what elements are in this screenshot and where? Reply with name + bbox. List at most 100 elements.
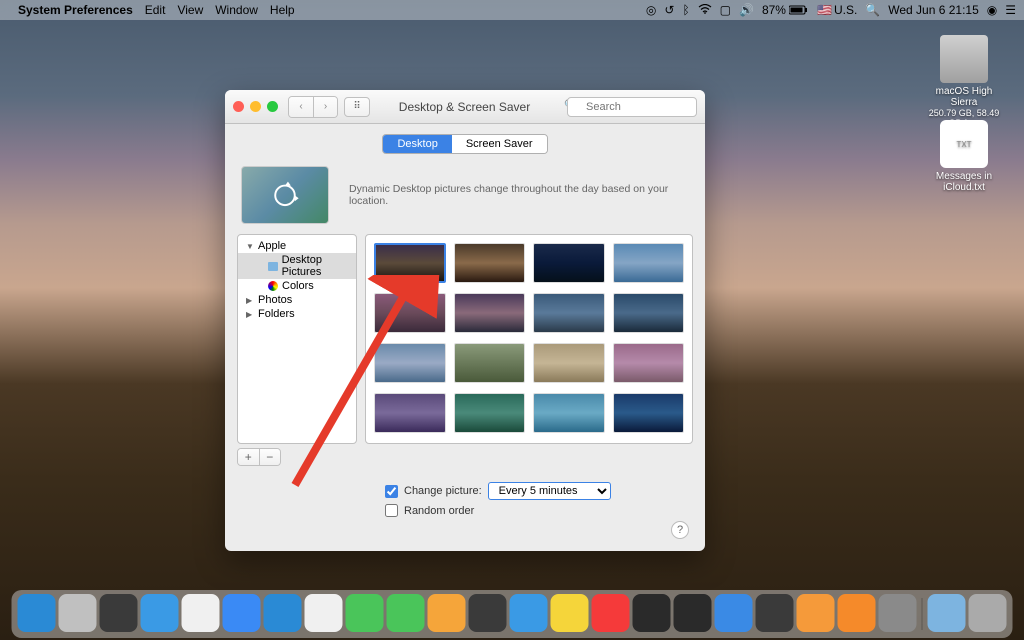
dock-trash[interactable]	[969, 594, 1007, 632]
dock-launchpad[interactable]	[59, 594, 97, 632]
minimize-button[interactable]	[250, 101, 261, 112]
preferences-window: ‹ › ⠿ Desktop & Screen Saver 🔍 Desktop S…	[225, 90, 705, 551]
dock-home[interactable]	[797, 594, 835, 632]
dock-vlc[interactable]	[838, 594, 876, 632]
bluetooth-icon[interactable]: ᛒ	[682, 3, 689, 17]
dock-mail[interactable]	[715, 594, 753, 632]
search-input[interactable]	[567, 97, 697, 117]
random-order-label: Random order	[404, 505, 474, 517]
dock-news[interactable]	[592, 594, 630, 632]
wallpaper-thumb[interactable]	[454, 293, 526, 333]
random-order-checkbox[interactable]	[385, 504, 398, 517]
show-all-button[interactable]: ⠿	[344, 97, 370, 117]
menubar: System Preferences Edit View Window Help…	[0, 0, 1024, 20]
menu-view[interactable]: View	[177, 3, 203, 17]
airplay-icon[interactable]: ▢	[720, 3, 731, 17]
sidebar-photos[interactable]: ▶Photos	[238, 293, 356, 307]
forward-button[interactable]: ›	[313, 97, 337, 117]
colors-icon	[268, 281, 278, 291]
dock-safari[interactable]	[141, 594, 179, 632]
wallpaper-thumb[interactable]	[613, 343, 685, 383]
dock-messages[interactable]	[346, 594, 384, 632]
zoom-button[interactable]	[267, 101, 278, 112]
wallpaper-thumb[interactable]	[533, 243, 605, 283]
wallpaper-thumb[interactable]	[533, 343, 605, 383]
battery-percent: 87%	[762, 3, 786, 17]
dock-appstore[interactable]	[223, 594, 261, 632]
notification-center-icon[interactable]: ☰	[1005, 3, 1016, 17]
status-icon[interactable]: ◎	[646, 3, 656, 17]
wallpaper-thumb[interactable]	[374, 243, 446, 283]
wallpaper-thumb[interactable]	[613, 243, 685, 283]
dock-kindle[interactable]	[264, 594, 302, 632]
menu-edit[interactable]: Edit	[145, 3, 166, 17]
menu-help[interactable]: Help	[270, 3, 295, 17]
wallpaper-thumb[interactable]	[613, 393, 685, 433]
dock-finder[interactable]	[18, 594, 56, 632]
add-folder-button[interactable]: +	[238, 449, 259, 465]
txt-icon: TXT	[940, 120, 988, 168]
txt-name: Messages in iCloud.txt	[924, 171, 1004, 193]
back-button[interactable]: ‹	[289, 97, 313, 117]
dock-notes[interactable]	[551, 594, 589, 632]
sidebar-apple[interactable]: ▼Apple	[238, 239, 356, 253]
dock	[12, 590, 1013, 638]
wallpaper-thumb[interactable]	[454, 393, 526, 433]
close-button[interactable]	[233, 101, 244, 112]
wallpaper-thumb[interactable]	[454, 243, 526, 283]
wallpaper-thumb[interactable]	[533, 393, 605, 433]
dock-terminal[interactable]	[469, 594, 507, 632]
remove-folder-button[interactable]: −	[259, 449, 281, 465]
dock-folder[interactable]	[928, 594, 966, 632]
sidebar-folders[interactable]: ▶Folders	[238, 307, 356, 321]
dock-photos[interactable]	[305, 594, 343, 632]
tab-screensaver[interactable]: Screen Saver	[452, 135, 547, 153]
dock-telegram[interactable]	[510, 594, 548, 632]
battery-status[interactable]: 87%	[762, 3, 809, 17]
sidebar-desktop-pictures[interactable]: Desktop Pictures	[238, 253, 356, 279]
folder-icon	[268, 262, 278, 271]
help-button[interactable]: ?	[671, 521, 689, 539]
dock-1password[interactable]	[756, 594, 794, 632]
drive-icon	[940, 35, 988, 83]
wallpaper-thumb[interactable]	[613, 293, 685, 333]
change-picture-label: Change picture:	[404, 485, 482, 497]
wallpaper-thumb[interactable]	[374, 393, 446, 433]
input-source[interactable]: 🇺🇸U.S.	[817, 3, 857, 17]
wallpaper-thumb[interactable]	[533, 293, 605, 333]
window-title: Desktop & Screen Saver	[370, 100, 559, 114]
change-picture-checkbox[interactable]	[385, 485, 398, 498]
dock-siri[interactable]	[100, 594, 138, 632]
wifi-icon[interactable]	[698, 3, 712, 17]
desktop-drive-icon[interactable]: macOS High Sierra 250.79 GB, 58.49 GB fr…	[924, 35, 1004, 128]
sidebar-colors[interactable]: Colors	[238, 279, 356, 293]
desktop-background: System Preferences Edit View Window Help…	[0, 0, 1024, 640]
tab-segmented-control: Desktop Screen Saver	[382, 134, 547, 154]
siri-icon[interactable]: ◉	[987, 3, 997, 17]
add-remove-buttons: + −	[237, 448, 281, 466]
dynamic-desktop-description: Dynamic Desktop pictures change througho…	[349, 183, 689, 207]
dock-voicememos[interactable]	[674, 594, 712, 632]
current-wallpaper-preview	[241, 166, 329, 224]
tab-desktop[interactable]: Desktop	[383, 135, 451, 153]
nav-buttons: ‹ ›	[288, 96, 338, 118]
menubar-clock[interactable]: Wed Jun 6 21:15	[888, 3, 979, 17]
window-titlebar[interactable]: ‹ › ⠿ Desktop & Screen Saver 🔍	[225, 90, 705, 124]
drive-name: macOS High Sierra	[924, 86, 1004, 108]
dock-facetime[interactable]	[387, 594, 425, 632]
desktop-txt-file[interactable]: TXT Messages in iCloud.txt	[924, 120, 1004, 193]
menu-window[interactable]: Window	[215, 3, 258, 17]
wallpaper-thumb[interactable]	[374, 293, 446, 333]
spotlight-icon[interactable]: 🔍	[865, 3, 880, 17]
app-menu[interactable]: System Preferences	[18, 3, 133, 17]
dock-sublime[interactable]	[428, 594, 466, 632]
dock-preferences[interactable]	[879, 594, 917, 632]
change-interval-select[interactable]: Every 5 minutes	[488, 482, 611, 500]
wallpaper-thumb[interactable]	[454, 343, 526, 383]
dock-chrome[interactable]	[182, 594, 220, 632]
timemachine-icon[interactable]: ↺	[664, 3, 674, 17]
source-sidebar: ▼Apple Desktop Pictures Colors ▶Photos ▶…	[237, 234, 357, 444]
wallpaper-thumb[interactable]	[374, 343, 446, 383]
dock-stocks[interactable]	[633, 594, 671, 632]
volume-icon[interactable]: 🔊	[739, 3, 754, 17]
